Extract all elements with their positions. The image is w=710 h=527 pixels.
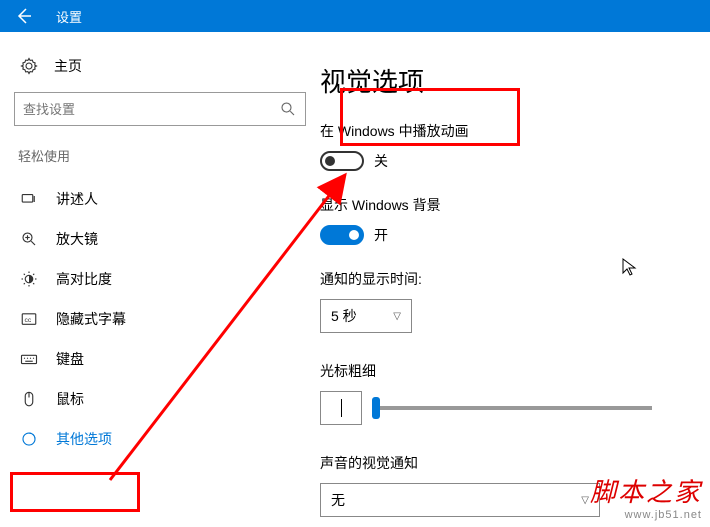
chevron-down-icon: ▽ [581,495,589,506]
cursor-preview [320,391,362,425]
nav-label: 鼠标 [56,389,84,409]
sidebar-item-mouse[interactable]: 鼠标 [14,379,306,419]
sidebar-item-narrator[interactable]: 讲述人 [14,179,306,219]
section-label: 轻松使用 [18,146,306,165]
page-title: 视觉选项 [320,62,710,99]
anim-state: 关 [374,151,388,171]
window-title: 设置 [48,7,82,26]
nav-label: 高对比度 [56,269,112,289]
mouse-icon [20,390,38,408]
sidebar-item-contrast[interactable]: 高对比度 [14,259,306,299]
nav-label: 隐藏式字幕 [56,309,126,329]
chevron-down-icon: ▽ [393,311,401,322]
cursor-slider[interactable] [372,406,652,410]
sidebar-item-magnifier[interactable]: 放大镜 [14,219,306,259]
bg-toggle[interactable] [320,225,364,245]
sidebar-item-captions[interactable]: cc 隐藏式字幕 [14,299,306,339]
other-icon [20,430,38,448]
anim-label: 在 Windows 中播放动画 [320,121,710,141]
home-link[interactable]: 主页 [14,52,306,80]
sound-value: 无 [331,490,345,510]
watermark: 脚本之家 www.jb51.net [590,472,702,521]
gear-icon [20,57,38,75]
slider-thumb[interactable] [372,397,380,419]
nav-label: 讲述人 [56,189,98,209]
sound-select[interactable]: 无 ▽ [320,483,600,517]
bg-state: 开 [374,225,388,245]
keyboard-icon [20,350,38,368]
cursor-label: 光标粗细 [320,361,710,381]
nav-label: 放大镜 [56,229,98,249]
anim-toggle[interactable] [320,151,364,171]
sidebar-item-keyboard[interactable]: 键盘 [14,339,306,379]
content-pane: 视觉选项 在 Windows 中播放动画 关 显示 Windows 背景 开 通… [320,32,710,527]
search-icon [279,100,297,118]
notif-value: 5 秒 [331,306,357,326]
contrast-icon [20,270,38,288]
search-field[interactable] [23,102,279,117]
sound-label: 声音的视觉通知 [320,453,710,473]
sidebar-item-other[interactable]: 其他选项 [14,419,306,459]
search-input[interactable] [14,92,306,126]
back-button[interactable] [0,0,48,32]
watermark-url: www.jb51.net [590,509,702,521]
captions-icon: cc [20,310,38,328]
notif-select[interactable]: 5 秒 ▽ [320,299,412,333]
nav-label: 其他选项 [56,429,112,449]
svg-text:cc: cc [25,317,32,324]
home-label: 主页 [54,56,82,76]
sidebar: 主页 轻松使用 讲述人 放大镜 高对比度 cc 隐藏式字幕 键盘 [0,32,320,527]
narrator-icon [20,190,38,208]
bg-label: 显示 Windows 背景 [320,195,710,215]
nav-label: 键盘 [56,349,84,369]
magnifier-icon [20,230,38,248]
watermark-text: 脚本之家 [590,472,702,509]
notif-label: 通知的显示时间: [320,269,710,289]
